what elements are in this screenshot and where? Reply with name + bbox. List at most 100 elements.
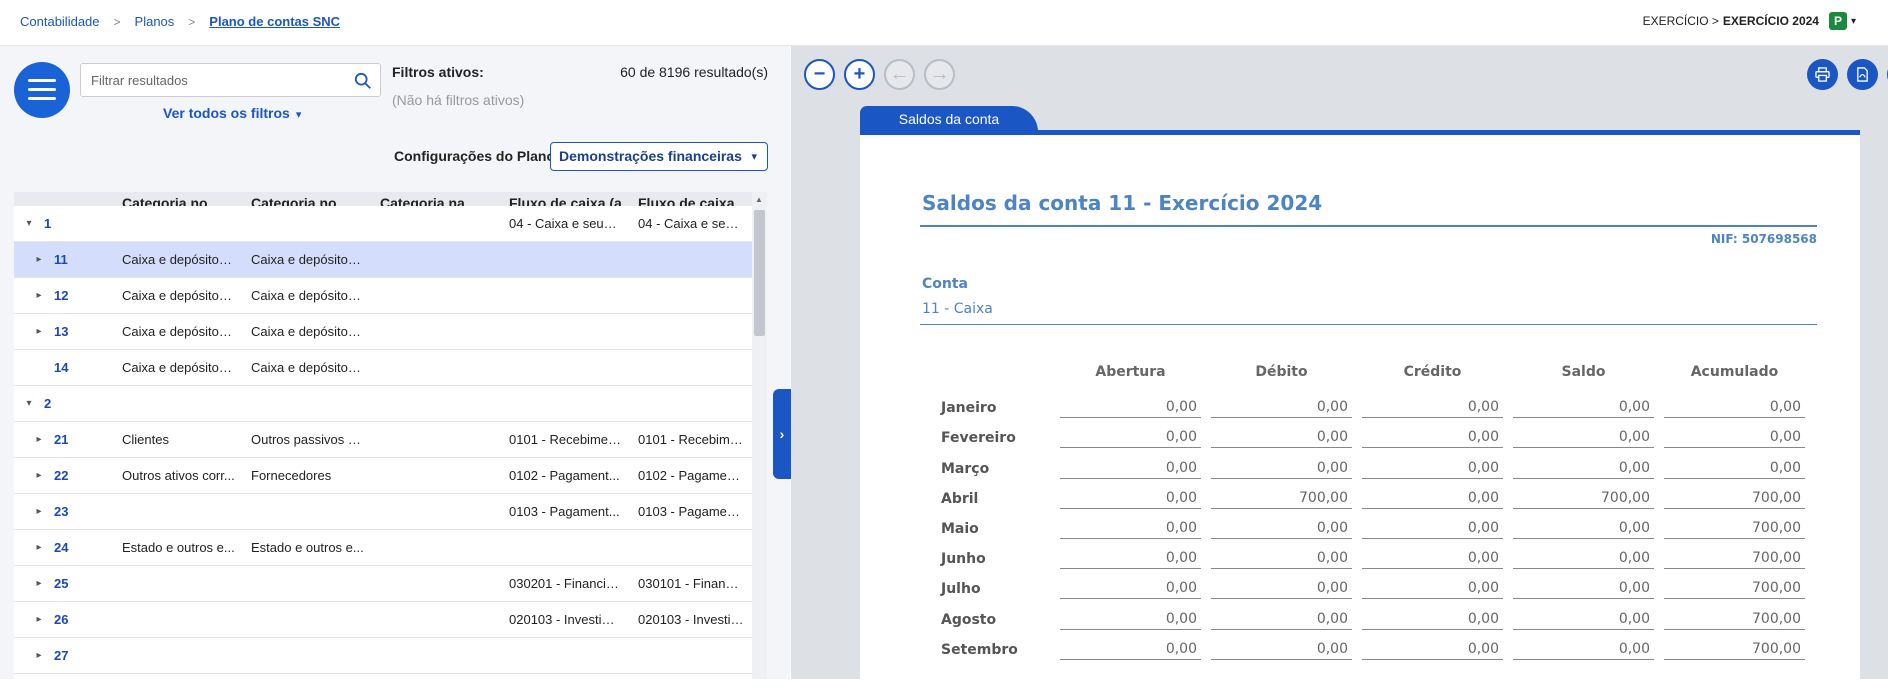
table-row[interactable]: ▸ 23 0103 - Pagament... 0103 - Pagament... (14, 494, 752, 530)
zoom-in-button[interactable]: + (844, 59, 875, 90)
account-code: 25 (54, 576, 69, 591)
tab-configuracao-conta[interactable]: Configuração de conta (1010, 106, 1210, 132)
chevron-down-icon[interactable]: ▾ (1851, 16, 1856, 27)
month-label: Março (941, 460, 990, 477)
month-column-header (920, 355, 1050, 388)
tab-configuracao-label: Configuração de conta (1057, 111, 1198, 127)
tab-saldos-conta[interactable]: Saldos da conta (860, 106, 1038, 132)
table-row[interactable]: ▸ 11 Caixa e depósitos... Caixa e depósitos… (14, 242, 752, 278)
balance-value: 0,00 (1060, 509, 1201, 539)
balance-value: 0,00 (1664, 448, 1805, 479)
month-label: Junho (941, 551, 986, 568)
cell-balanco-1: Caixa e depósitos... (122, 360, 237, 375)
menu-button[interactable] (14, 62, 70, 118)
divider (920, 324, 1817, 325)
balance-value: 700,00 (1664, 539, 1805, 570)
cell-balanco-2: Caixa e depósitos... (251, 288, 366, 303)
chevron-right-icon[interactable]: ▸ (24, 290, 54, 301)
table-row[interactable]: ▸ 25 030201 - Financia... 030101 - Financia… (14, 566, 752, 602)
table-row[interactable]: ▸ 24 Estado e outros e... Estado e outros e… (14, 530, 752, 566)
view-all-filters-link[interactable]: Ver todos os filtros ▾ (163, 105, 301, 121)
result-count: 60 de 8196 resultado(s) (620, 64, 768, 80)
balance-value: 0,00 (1513, 539, 1654, 570)
balance-value: 0,00 (1060, 599, 1201, 630)
table-row[interactable]: ▸ 26 020103 - Investim... 020103 - Investim… (14, 602, 752, 638)
hamburger-icon (28, 79, 56, 82)
balance-value: 700,00 (1664, 599, 1805, 630)
breadcrumb-planos[interactable]: Planos (135, 14, 175, 29)
cell-fluxo-debito: 030201 - Financia... (509, 576, 624, 591)
table-row[interactable]: ▸ 22 Outros ativos corr... Fornecedores 0102… (14, 458, 752, 494)
scroll-up-icon[interactable]: ▲ (755, 195, 763, 204)
cell-balanco-1: Caixa e depósitos... (122, 252, 237, 267)
cell-fluxo-debito: 0103 - Pagament... (509, 504, 620, 519)
table-row[interactable]: ▸ 21 Clientes Outros passivos c... 0101 - Re… (14, 422, 752, 458)
balance-value: 0,00 (1362, 630, 1503, 660)
breadcrumb: Contabilidade > Planos > Plano de contas… (20, 14, 340, 29)
balance-row: Março 0,00 0,00 0,00 0,00 0,00 (920, 448, 1805, 479)
balance-value: 0,00 (1060, 388, 1201, 419)
breadcrumb-plano-contas[interactable]: Plano de contas SNC (209, 14, 340, 29)
user-badge[interactable]: P (1828, 12, 1847, 30)
account-code: 13 (54, 324, 69, 339)
cell-fluxo-debito: 04 - Caixa e seus ... (509, 216, 625, 231)
cell-balanco-2: Caixa e depósitos... (251, 252, 366, 267)
table-row[interactable]: ▾ 1 04 - Caixa e seus ... 04 - Caixa e seus… (14, 206, 752, 242)
printer-icon (1815, 67, 1830, 82)
account-code: 14 (54, 360, 69, 375)
active-filters-label: Filtros ativos: (392, 64, 484, 80)
chevron-right-icon[interactable]: ▸ (24, 470, 54, 481)
chevron-right-icon[interactable]: ▸ (24, 578, 54, 589)
next-button[interactable]: → (924, 59, 955, 90)
chevron-right-icon[interactable]: ▸ (24, 326, 54, 337)
chevron-right-icon[interactable]: ▸ (24, 650, 54, 661)
grid-scrollbar[interactable]: ▲ (752, 192, 767, 679)
chevron-right-icon: > (113, 14, 121, 29)
account-code: 12 (54, 288, 69, 303)
chevron-right-icon[interactable]: ▸ (24, 614, 54, 625)
table-row[interactable]: 14 Caixa e depósitos... Caixa e depósitos.… (14, 350, 752, 386)
exercise-prefix: EXERCÍCIO > (1642, 14, 1719, 28)
account-code: 2 (44, 396, 52, 411)
scrollbar-thumb[interactable] (754, 210, 765, 336)
chevron-right-icon[interactable]: ▸ (24, 506, 54, 517)
chevron-down-icon: ▾ (751, 151, 757, 163)
print-button[interactable] (1807, 59, 1838, 90)
chevron-down-icon[interactable]: ▾ (14, 398, 44, 409)
account-code: 22 (54, 468, 69, 483)
plan-config-select[interactable]: Demonstrações financeiras ▾ (550, 142, 768, 171)
chevron-down-icon[interactable]: ▾ (14, 218, 44, 229)
table-row[interactable]: ▸ 13 Caixa e depósitos... Caixa e depósitos… (14, 314, 752, 350)
balance-value: 0,00 (1362, 418, 1503, 449)
breadcrumb-contabilidade[interactable]: Contabilidade (20, 14, 100, 29)
top-bar: Contabilidade > Planos > Plano de contas… (0, 0, 1888, 46)
table-row[interactable]: ▸ 12 Caixa e depósitos... Caixa e depósitos… (14, 278, 752, 314)
search-input[interactable] (81, 64, 341, 96)
no-active-filters-text: (Não há filtros ativos) (392, 92, 525, 108)
chevron-right-icon[interactable]: ▸ (24, 434, 54, 445)
table-row[interactable]: ▾ 2 (14, 386, 752, 422)
balance-row: Abril 0,00 700,00 0,00 700,00 700,00 (920, 479, 1805, 509)
account-label: Conta (922, 276, 968, 292)
balance-value: 0,00 (1513, 630, 1654, 660)
balance-value: 0,00 (1060, 448, 1201, 479)
pdf-export-button[interactable] (1847, 59, 1878, 90)
chevron-right-icon[interactable]: ▸ (24, 254, 54, 265)
zoom-out-button[interactable]: − (804, 59, 835, 90)
balance-row: Maio 0,00 0,00 0,00 0,00 700,00 (920, 509, 1805, 539)
balance-value: 0,00 (1211, 388, 1352, 419)
balance-value: 0,00 (1362, 448, 1503, 479)
pdf-icon (1857, 67, 1868, 82)
balance-value: 0,00 (1513, 418, 1654, 449)
exercise-selector[interactable]: EXERCÍCIO > EXERCÍCIO 2024 P ▾ (1643, 12, 1856, 30)
collapse-panel-button[interactable]: › (773, 389, 791, 479)
chevron-right-icon[interactable]: ▸ (24, 542, 54, 553)
search-icon[interactable] (354, 72, 372, 90)
cell-balanco-2: Estado e outros e... (251, 540, 364, 555)
balance-value: 0,00 (1211, 418, 1352, 449)
report-title: Saldos da conta 11 - Exercício 2024 (922, 191, 1323, 215)
hamburger-icon-bar (28, 88, 56, 91)
previous-button[interactable]: ← (884, 59, 915, 90)
table-row[interactable]: ▸ 27 (14, 638, 752, 674)
month-label: Setembro (941, 641, 1018, 658)
